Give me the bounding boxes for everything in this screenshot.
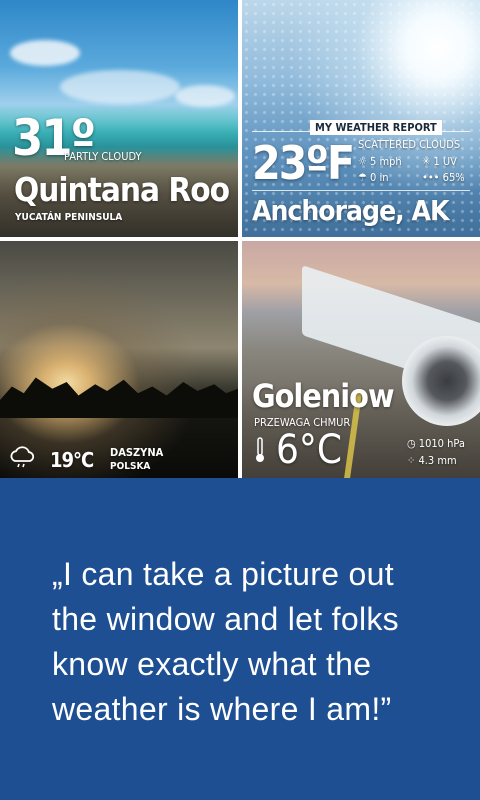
tile-anchorage[interactable]: MY WEATHER REPORT 23ºF SCATTERED CLOUDS …: [242, 0, 480, 237]
photo-grid: 31º PARTLY CLOUDY Quintana Roo YUCATÁN P…: [0, 0, 480, 478]
cloud-rain-icon: [10, 446, 35, 468]
divider: [252, 131, 470, 132]
precip-row: ☂ 0 in: [358, 171, 389, 184]
country-name: POLSKA: [110, 461, 151, 472]
divider: [252, 190, 470, 191]
condition: PARTLY CLOUDY: [64, 150, 142, 163]
rain-row: ⁘ 4.3 mm: [407, 454, 457, 467]
pressure-row: ◷ 1010 hPa: [407, 437, 465, 450]
wind-row: ☼ 5 mph: [358, 155, 402, 168]
quote-line: the window and let folks: [52, 601, 399, 637]
airplane-engine: [402, 336, 480, 426]
tile-quintana-roo[interactable]: 31º PARTLY CLOUDY Quintana Roo YUCATÁN P…: [0, 0, 238, 237]
precip-value: 0 in: [370, 171, 389, 184]
tree-silhouette: [0, 377, 238, 418]
sun-icon: ✳: [422, 155, 431, 168]
wind-icon: ☼: [358, 155, 367, 168]
humidity-value: 65%: [442, 171, 465, 184]
temperature: 23ºF: [252, 136, 355, 190]
rain-value: 4.3 mm: [418, 454, 457, 467]
quote-line: weather is where I am!”: [52, 691, 392, 727]
uv-value: 1 UV: [433, 155, 457, 168]
wind-value: 5 mph: [370, 155, 402, 168]
gauge-icon: ◷: [407, 437, 416, 450]
testimonial-quote: „I can take a picture out the window and…: [52, 552, 452, 732]
temperature: 6°C: [276, 427, 343, 473]
humidity-icon: •••: [422, 171, 440, 184]
report-header: MY WEATHER REPORT: [310, 120, 442, 135]
uv-row: ✳ 1 UV: [422, 155, 457, 168]
tile-goleniow[interactable]: Goleniow PRZEWAGA CHMUR 6°C ◷ 1010 hPa ⁘…: [242, 241, 480, 478]
cloud-shape: [175, 85, 235, 107]
cloud-shape: [60, 70, 180, 104]
quote-line: „I can take a picture out: [52, 556, 394, 592]
rain-icon: ☂: [358, 171, 367, 184]
cloud-shape: [10, 40, 80, 66]
humidity-row: ••• 65%: [422, 171, 465, 184]
raindrops-icon: ⁘: [407, 454, 416, 467]
condition: SCATTERED CLOUDS: [358, 138, 461, 151]
pressure-value: 1010 hPa: [418, 437, 465, 450]
city-name: Goleniow: [252, 377, 395, 415]
city-name: DASZYNA: [110, 446, 164, 459]
thermometer-icon: [256, 437, 264, 462]
city-name: Anchorage, AK: [252, 194, 450, 227]
region-name: YUCATÁN PENINSULA: [15, 212, 123, 223]
quote-line: know exactly what the: [52, 646, 372, 682]
temperature: 19°C: [50, 448, 94, 472]
city-name: Quintana Roo: [14, 170, 230, 209]
tile-daszyna[interactable]: 19°C DASZYNA POLSKA: [0, 241, 238, 478]
